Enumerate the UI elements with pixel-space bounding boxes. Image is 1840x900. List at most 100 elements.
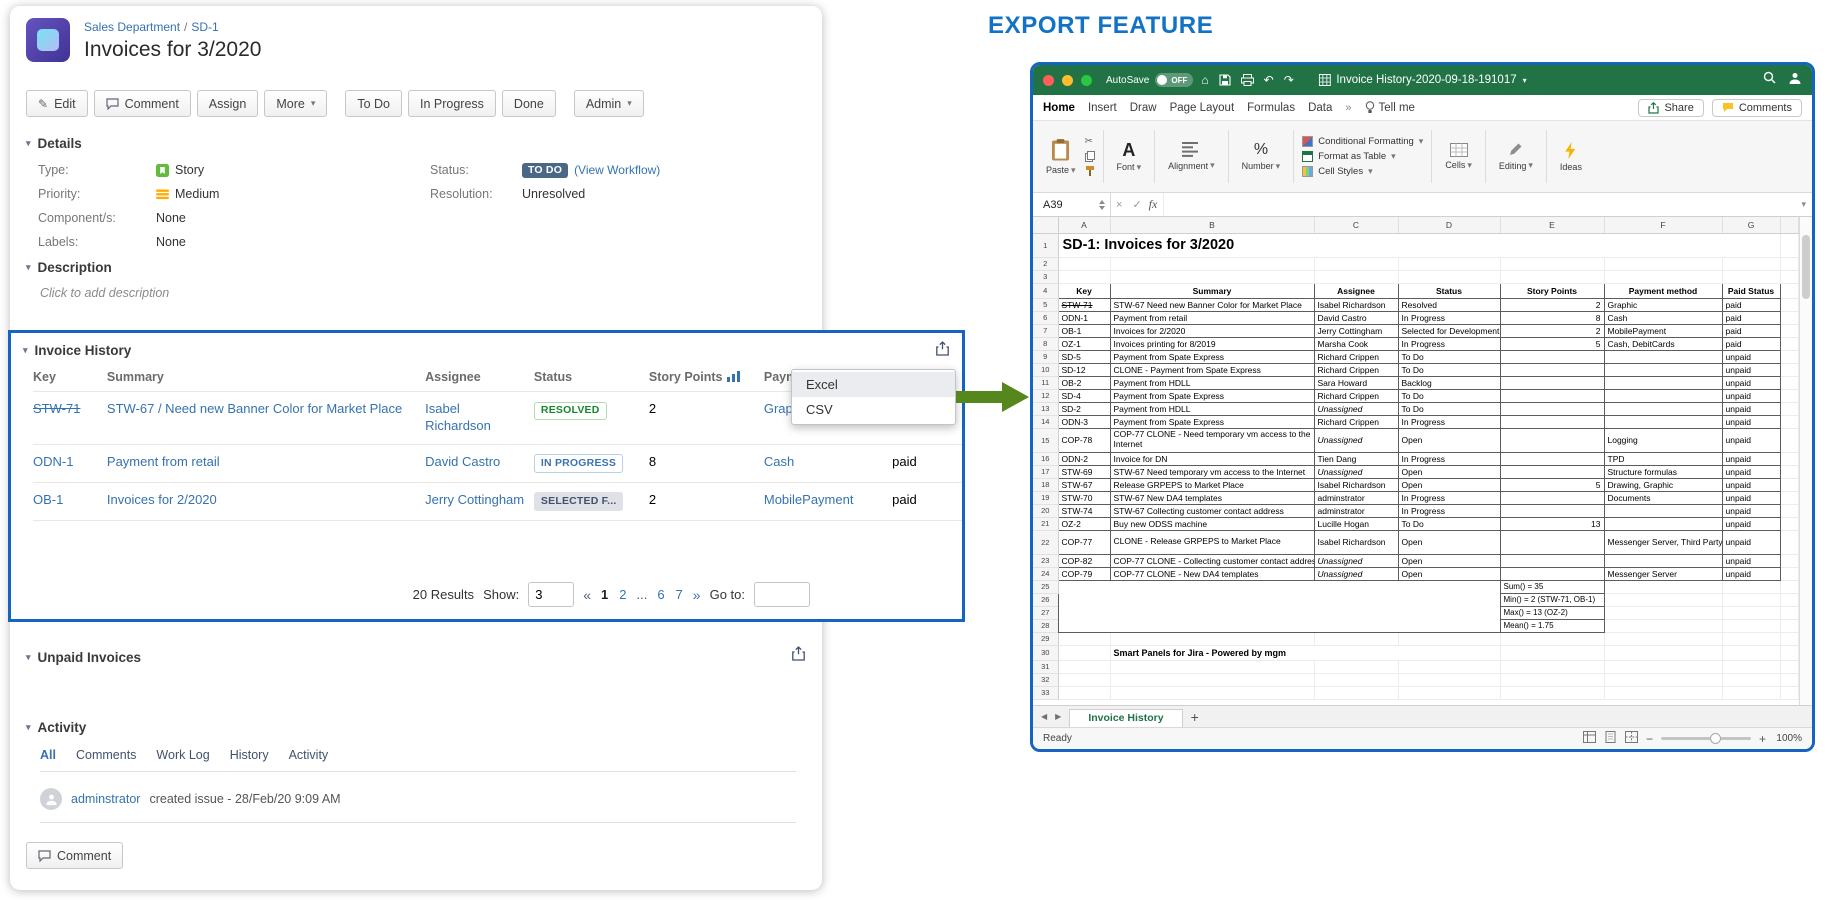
cell-points[interactable] bbox=[1500, 491, 1604, 504]
font-button[interactable]: A Font▾ bbox=[1112, 125, 1147, 188]
row-header-32[interactable]: 32 bbox=[1033, 673, 1058, 686]
empty-cell[interactable] bbox=[1058, 645, 1110, 660]
select-all-corner[interactable] bbox=[1033, 217, 1058, 233]
cell-assignee[interactable]: Richard Crippen bbox=[1314, 415, 1398, 428]
empty-cell[interactable] bbox=[1398, 660, 1500, 673]
empty-cell[interactable] bbox=[1604, 673, 1722, 686]
cell-payment[interactable]: Cash bbox=[1604, 311, 1722, 324]
page-link[interactable]: 1 bbox=[600, 587, 609, 602]
scrollbar-thumb[interactable] bbox=[1802, 235, 1810, 299]
cell-key[interactable]: STW-70 bbox=[1058, 491, 1110, 504]
issue-key-link[interactable]: OB-1 bbox=[33, 492, 63, 507]
empty-cell[interactable] bbox=[1722, 632, 1780, 645]
cell-assignee[interactable]: Unassigned bbox=[1314, 554, 1398, 567]
row-header-33[interactable]: 33 bbox=[1033, 686, 1058, 699]
row-header-16[interactable]: 16 bbox=[1033, 452, 1058, 465]
page-link[interactable]: 6 bbox=[656, 587, 665, 602]
export-option-excel[interactable]: Excel bbox=[792, 372, 955, 397]
cell-paid[interactable]: unpaid bbox=[1722, 452, 1780, 465]
cell-key[interactable]: STW-69 bbox=[1058, 465, 1110, 478]
cell-summary[interactable]: CLONE - Payment from Spate Express bbox=[1110, 363, 1314, 376]
description-placeholder[interactable]: Click to add description bbox=[40, 286, 169, 300]
transition-in-progress-button[interactable]: In Progress bbox=[408, 90, 496, 117]
column-header-status[interactable]: Status bbox=[534, 364, 649, 392]
formula-bar-expand-icon[interactable]: ▾ bbox=[1801, 199, 1806, 210]
column-header-b[interactable]: B bbox=[1110, 217, 1314, 233]
issue-key-link[interactable]: ODN-1 bbox=[33, 454, 73, 469]
empty-cell[interactable] bbox=[1314, 686, 1398, 699]
empty-cell[interactable] bbox=[1398, 632, 1500, 645]
row-header-23[interactable]: 23 bbox=[1033, 554, 1058, 567]
empty-cell[interactable] bbox=[1604, 593, 1722, 606]
cell-points[interactable]: 2 bbox=[1500, 324, 1604, 337]
activity-tab-comments[interactable]: Comments bbox=[76, 748, 136, 762]
cell-points[interactable] bbox=[1500, 452, 1604, 465]
cell-points[interactable] bbox=[1500, 428, 1604, 452]
empty-cell[interactable] bbox=[1314, 673, 1398, 686]
row-header-12[interactable]: 12 bbox=[1033, 389, 1058, 402]
invoice-history-header[interactable]: ▾ Invoice History bbox=[11, 333, 962, 362]
table-header-cell[interactable]: Story Points bbox=[1500, 283, 1604, 298]
transition-done-button[interactable]: Done bbox=[502, 90, 556, 117]
comments-button[interactable]: Comments bbox=[1712, 99, 1802, 117]
breadcrumb-project-link[interactable]: Sales Department bbox=[84, 20, 180, 34]
cell-summary[interactable]: Payment from retail bbox=[1110, 311, 1314, 324]
number-button[interactable]: % Number▾ bbox=[1237, 125, 1286, 188]
cell-status[interactable]: Open bbox=[1398, 465, 1500, 478]
cell-paid[interactable]: unpaid bbox=[1722, 415, 1780, 428]
cell-key[interactable]: OZ-1 bbox=[1058, 337, 1110, 350]
empty-cell[interactable] bbox=[1722, 686, 1780, 699]
page-break-view-icon[interactable] bbox=[1625, 731, 1638, 746]
vertical-scrollbar[interactable] bbox=[1799, 217, 1812, 705]
cell-status[interactable]: Open bbox=[1398, 478, 1500, 491]
cell-status[interactable]: Open bbox=[1398, 428, 1500, 452]
cell-assignee[interactable]: Richard Crippen bbox=[1314, 363, 1398, 376]
stat-cell[interactable]: Min() = 2 (STW-71, OB-1) bbox=[1500, 593, 1604, 606]
cell-assignee[interactable]: Isabel Richardson bbox=[1314, 530, 1398, 554]
issue-summary-link[interactable]: Invoices for 2/2020 bbox=[107, 492, 217, 507]
normal-view-icon[interactable] bbox=[1583, 731, 1596, 746]
unpaid-export-button[interactable] bbox=[791, 646, 806, 664]
cell-assignee[interactable]: Jerry Cottingham bbox=[1314, 324, 1398, 337]
cell-summary[interactable]: Payment from HDLL bbox=[1110, 402, 1314, 415]
empty-cell[interactable] bbox=[1722, 660, 1780, 673]
cell-summary[interactable]: Buy new ODSS machine bbox=[1110, 517, 1314, 530]
cancel-icon[interactable]: × bbox=[1116, 199, 1122, 211]
cell-payment[interactable]: Messenger Server, Third Party bbox=[1604, 530, 1722, 554]
cell-status[interactable]: In Progress bbox=[1398, 337, 1500, 350]
details-section-header[interactable]: ▾ Details bbox=[26, 136, 82, 151]
cell-summary[interactable]: Release GRPEPS to Market Place bbox=[1110, 478, 1314, 491]
cell-assignee[interactable]: Isabel Richardson bbox=[1314, 478, 1398, 491]
zoom-in-button[interactable]: + bbox=[1759, 732, 1766, 746]
empty-cell[interactable] bbox=[1398, 686, 1500, 699]
empty-cell[interactable] bbox=[1110, 632, 1314, 645]
issue-key-link[interactable]: STW-71 bbox=[33, 401, 80, 416]
cell-payment[interactable] bbox=[1604, 389, 1722, 402]
cell-status[interactable]: In Progress bbox=[1398, 491, 1500, 504]
empty-cell[interactable] bbox=[1500, 257, 1604, 270]
cell-payment[interactable] bbox=[1604, 554, 1722, 567]
cell-summary[interactable]: STW-67 New DA4 templates bbox=[1110, 491, 1314, 504]
cell-points[interactable]: 2 bbox=[1500, 298, 1604, 311]
cell-status[interactable]: In Progress bbox=[1398, 452, 1500, 465]
cell-key[interactable]: OB-1 bbox=[1058, 324, 1110, 337]
cell-paid[interactable]: unpaid bbox=[1722, 402, 1780, 415]
zoom-level[interactable]: 100% bbox=[1774, 733, 1802, 744]
cell-paid[interactable]: unpaid bbox=[1722, 428, 1780, 452]
cell-summary[interactable]: Invoices printing for 8/2019 bbox=[1110, 337, 1314, 350]
issue-summary-link[interactable]: STW-67 / Need new Banner Color for Marke… bbox=[107, 401, 402, 416]
cells-button[interactable]: Cells▾ bbox=[1440, 125, 1477, 188]
column-header-story-points[interactable]: Story Points bbox=[649, 364, 764, 392]
ribbon-tab-page-layout[interactable]: Page Layout bbox=[1170, 102, 1235, 114]
activity-tab-work-log[interactable]: Work Log bbox=[156, 748, 209, 762]
add-comment-button[interactable]: Comment bbox=[26, 842, 123, 869]
cell-paid[interactable]: unpaid bbox=[1722, 363, 1780, 376]
cell-key[interactable]: COP-77 bbox=[1058, 530, 1110, 554]
cell-assignee[interactable]: Richard Crippen bbox=[1314, 350, 1398, 363]
row-header-15[interactable]: 15 bbox=[1033, 428, 1058, 452]
cell-assignee[interactable]: Lucille Hogan bbox=[1314, 517, 1398, 530]
cell-payment[interactable]: Graphic bbox=[1604, 298, 1722, 311]
maximize-window-button[interactable] bbox=[1081, 75, 1092, 86]
cell-key[interactable]: STW-67 bbox=[1058, 478, 1110, 491]
empty-cell[interactable] bbox=[1058, 257, 1110, 270]
